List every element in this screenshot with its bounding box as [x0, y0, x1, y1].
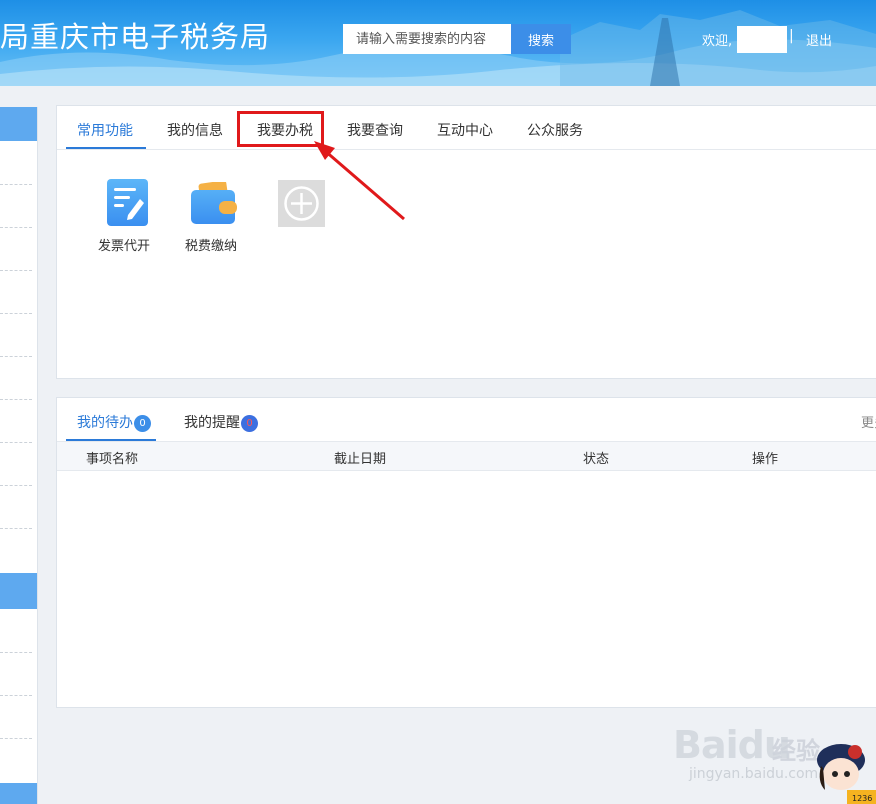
- svg-text:1236: 1236: [852, 794, 872, 803]
- active-tab-indicator: [66, 439, 156, 441]
- tab-my-reminders[interactable]: 我的提醒 0: [184, 412, 258, 432]
- reminder-count-badge: 0: [241, 414, 258, 432]
- todo-tabs: 我的待办0 我的提醒0 更多: [57, 398, 876, 442]
- more-link[interactable]: 更多: [861, 412, 876, 431]
- todo-table-header: 事项名称 截止日期 状态 操作: [57, 442, 876, 471]
- tab-label: 我的提醒: [184, 415, 240, 431]
- tab-label: 我的待办: [77, 415, 133, 431]
- todo-count-badge: 0: [134, 414, 151, 432]
- column-header-deadline: 截止日期: [334, 452, 387, 467]
- mascot-icon: 1236: [817, 744, 876, 804]
- column-header-item-name: 事项名称: [86, 452, 139, 467]
- column-header-action: 操作: [752, 452, 779, 467]
- todo-panel: 我的待办0 我的提醒0 更多 事项名称 截止日期 状态 操作: [56, 397, 876, 708]
- watermark-url: jingyan.baidu.com: [689, 766, 819, 782]
- column-header-status: 状态: [583, 452, 610, 467]
- tab-my-todo[interactable]: 我的待办 0: [77, 412, 151, 432]
